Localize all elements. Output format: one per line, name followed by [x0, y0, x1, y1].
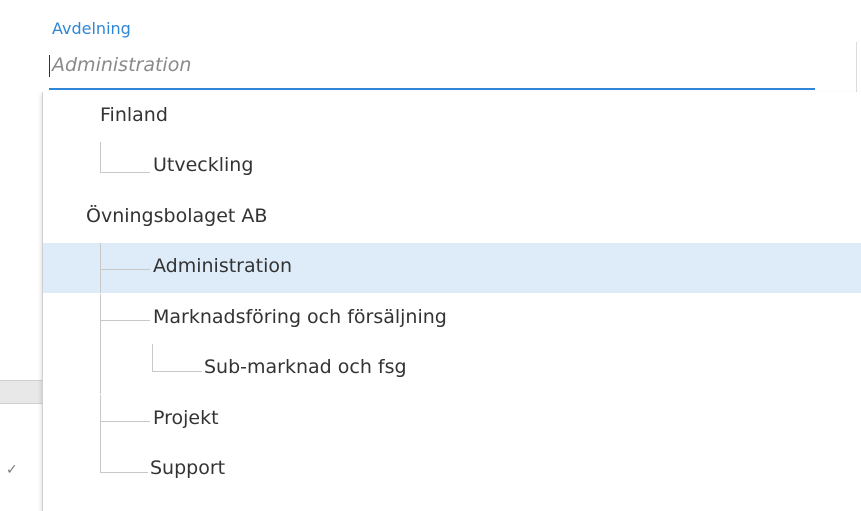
tree-item-support[interactable]: Support	[43, 445, 861, 495]
tree-item-label: Övningsbolaget AB	[86, 205, 268, 227]
tree-item-label: Administration	[153, 255, 293, 277]
tree-connector	[100, 172, 150, 173]
tree-connector	[100, 395, 101, 445]
department-field-label: Avdelning	[52, 19, 131, 38]
tree-connector	[100, 320, 150, 321]
tree-item-sub-marknad[interactable]: Sub-marknad och fsg	[43, 344, 861, 394]
tree-connector	[100, 142, 101, 172]
tree-item-label: Finland	[100, 104, 168, 126]
tree-connector	[100, 243, 101, 293]
tree-connector	[152, 371, 202, 372]
background-row-strip	[0, 380, 42, 404]
tree-connector	[100, 294, 101, 344]
department-picker-screen: Avdelning Administration ✓ Finland Utvec…	[0, 0, 861, 511]
text-caret	[49, 55, 50, 77]
tree-item-label: Marknadsföring och försäljning	[153, 306, 447, 328]
department-dropdown: Finland Utveckling Övningsbolaget AB Adm…	[42, 92, 861, 511]
tree-item-label: Utveckling	[153, 154, 254, 176]
tree-item-finland[interactable]: Finland	[43, 92, 861, 142]
tree-item-projekt[interactable]: Projekt	[43, 395, 861, 445]
tree-connector	[100, 269, 150, 270]
tree-item-ovningsbolaget[interactable]: Övningsbolaget AB	[43, 193, 861, 243]
tree-connector	[152, 344, 153, 371]
department-input[interactable]: Administration	[49, 44, 815, 90]
tree-item-utveckling[interactable]: Utveckling	[43, 142, 861, 192]
tree-item-label: Sub-marknad och fsg	[204, 356, 407, 378]
tree-item-label: Support	[150, 457, 226, 479]
tree-connector	[100, 445, 101, 472]
field-right-divider	[856, 42, 857, 92]
tree-item-administration[interactable]: Administration	[43, 243, 861, 293]
tree-connector	[100, 421, 150, 422]
tree-connector	[100, 344, 101, 394]
checkmark-icon: ✓	[6, 462, 18, 478]
tree-item-label: Projekt	[153, 407, 219, 429]
tree-item-marknadsforing[interactable]: Marknadsföring och försäljning	[43, 294, 861, 344]
department-input-placeholder: Administration	[52, 54, 192, 76]
tree-connector	[100, 472, 148, 473]
